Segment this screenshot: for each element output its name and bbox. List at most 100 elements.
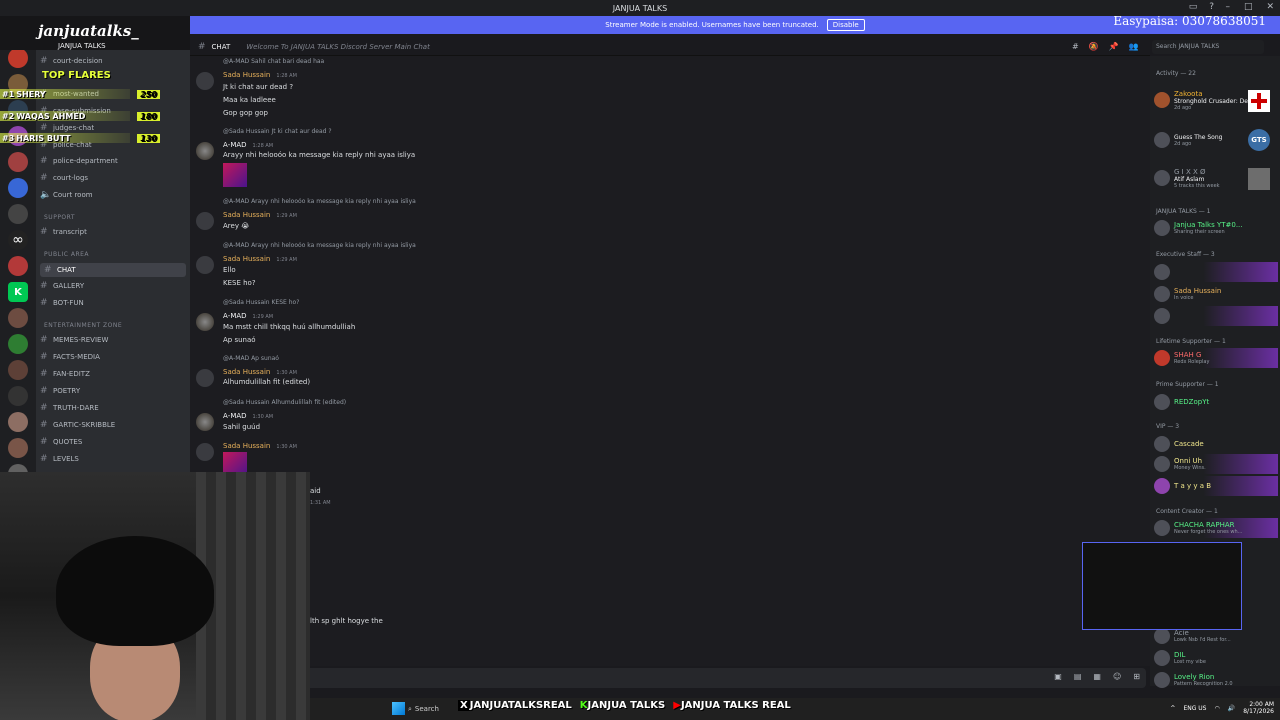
- youtube-logo-icon: ▶: [673, 700, 681, 711]
- member-item[interactable]: [1154, 306, 1278, 326]
- voice-channel-item[interactable]: 🔈 Court room: [40, 190, 93, 200]
- clock[interactable]: 2:00 AM 8/17/2026: [1243, 701, 1274, 715]
- kick-server-icon[interactable]: K: [8, 282, 28, 302]
- volume-icon[interactable]: 🔊: [1228, 705, 1235, 712]
- member-item[interactable]: REDZopYt: [1154, 392, 1278, 412]
- member-group-header: JANJUA TALKS — 1: [1156, 208, 1211, 215]
- message-input[interactable]: ▣ ▤ ▦ ☺ ⊞: [196, 668, 1146, 688]
- avatar[interactable]: [196, 313, 214, 331]
- channel-item[interactable]: # TRUTH-DARE: [40, 403, 99, 413]
- avatar[interactable]: [196, 369, 214, 387]
- avatar[interactable]: [196, 212, 214, 230]
- member-group-header: Lifetime Supporter — 1: [1156, 338, 1226, 345]
- webcam-overlay: [0, 472, 310, 720]
- avatar[interactable]: [196, 413, 214, 431]
- server-list: ∞ K: [0, 16, 36, 484]
- x-logo-icon: X: [458, 700, 470, 711]
- threads-icon[interactable]: #: [1072, 42, 1079, 51]
- channel-item[interactable]: # police-department: [40, 156, 118, 166]
- gif-icon[interactable]: ▤: [1074, 672, 1082, 681]
- channel-header: # CHAT Welcome To JANJUA TALKS Discord S…: [190, 38, 1150, 56]
- emoji-icon[interactable]: ☺: [1113, 672, 1121, 681]
- server-icon[interactable]: [8, 438, 28, 458]
- member-item[interactable]: Lovely Rion Pattern Recognition 2.0: [1154, 670, 1278, 690]
- social-handles-overlay: X JANJUATALKSREAL KJANJUA TALKS ▶JANJUA T…: [458, 700, 791, 711]
- server-icon[interactable]: [8, 386, 28, 406]
- wifi-icon[interactable]: ◠: [1215, 705, 1220, 712]
- server-icon[interactable]: [8, 152, 28, 172]
- message-list: @A‑MAD Sahil chat bari dead haa Sada Hus…: [190, 56, 1150, 666]
- channel-item[interactable]: # QUOTES: [40, 437, 82, 447]
- search-input[interactable]: Search JANJUA TALKS: [1152, 40, 1264, 54]
- channel-item[interactable]: # GALLERY: [40, 281, 84, 291]
- infinity-server-icon[interactable]: ∞: [8, 230, 28, 250]
- mute-icon[interactable]: 🔕: [1089, 42, 1099, 51]
- flare-rank-row: #3 HARIS BUTT 130: [0, 131, 162, 145]
- server-icon[interactable]: [8, 412, 28, 432]
- channel-item[interactable]: # POETRY: [40, 386, 80, 396]
- server-icon[interactable]: [8, 178, 28, 198]
- member-item[interactable]: Sada Hussain In voice: [1154, 284, 1278, 304]
- channel-item[interactable]: # GARTIC-SKRIBBLE: [40, 420, 115, 430]
- top-flares-title: TOP FLARES: [42, 70, 111, 81]
- member-group-header: Prime Supporter — 1: [1156, 381, 1219, 388]
- language-indicator[interactable]: ENG US: [1183, 705, 1206, 712]
- member-item[interactable]: Janjua Talks YT#0... Sharing their screen: [1154, 218, 1278, 238]
- channel-title: CHAT: [211, 42, 231, 51]
- member-group-header: VIP — 3: [1156, 423, 1180, 430]
- member-item[interactable]: Onni Uh Money Wins.: [1154, 454, 1278, 474]
- server-icon[interactable]: [8, 334, 28, 354]
- member-item[interactable]: Cascade: [1154, 434, 1278, 454]
- member-item[interactable]: [1154, 262, 1278, 282]
- channel-item-chat[interactable]: # CHAT: [40, 263, 186, 277]
- disable-button[interactable]: Disable: [826, 19, 865, 31]
- member-item[interactable]: CHACHA RAPHAR Never forget the ones wh...: [1154, 518, 1278, 538]
- channel-logo: janjuatalks_: [38, 22, 139, 40]
- server-icon[interactable]: [8, 204, 28, 224]
- member-group-header: Executive Staff — 3: [1156, 251, 1215, 258]
- channel-item[interactable]: # transcript: [40, 227, 87, 237]
- avatar[interactable]: [196, 443, 214, 461]
- hash-icon: #: [198, 41, 206, 52]
- help-icon[interactable]: ?: [1209, 2, 1214, 12]
- category-entertainment[interactable]: ENTERTAINMENT ZONE: [44, 322, 122, 329]
- server-icon[interactable]: [8, 48, 28, 68]
- pin-icon[interactable]: 📌: [1109, 42, 1119, 51]
- member-item[interactable]: T a y y a B: [1154, 476, 1278, 496]
- minimize-icon[interactable]: –: [1225, 2, 1230, 12]
- chevron-up-icon[interactable]: ^: [1170, 705, 1175, 712]
- apps-icon[interactable]: ⊞: [1133, 672, 1140, 681]
- avatar[interactable]: [196, 72, 214, 90]
- member-item[interactable]: DIL Lost my vibe: [1154, 648, 1278, 668]
- image-attachment[interactable]: [223, 163, 247, 187]
- sticker-icon[interactable]: ▦: [1093, 672, 1101, 681]
- banner-text: Streamer Mode is enabled. Usernames have…: [605, 21, 819, 29]
- channel-item[interactable]: # court-decision: [40, 56, 103, 66]
- channel-item[interactable]: # MEMES-REVIEW: [40, 335, 108, 345]
- member-item[interactable]: SHAH G Redx Roleplay: [1154, 348, 1278, 368]
- server-name[interactable]: JANJUA TALKS: [58, 42, 106, 50]
- inbox-icon[interactable]: ▭: [1189, 2, 1198, 12]
- channel-item[interactable]: # BOT-FUN: [40, 298, 84, 308]
- members-icon[interactable]: 👥: [1129, 42, 1139, 51]
- channel-item[interactable]: # court-logs: [40, 173, 88, 183]
- avatar[interactable]: [196, 256, 214, 274]
- category-support[interactable]: SUPPORT: [44, 214, 75, 221]
- server-icon[interactable]: [8, 360, 28, 380]
- screen-share-preview[interactable]: [1082, 542, 1242, 630]
- server-icon[interactable]: [8, 256, 28, 276]
- channel-item[interactable]: # FAN-EDITZ: [40, 369, 90, 379]
- category-public[interactable]: PUBLIC AREA: [44, 251, 89, 258]
- close-icon[interactable]: ✕: [1266, 2, 1274, 12]
- server-icon[interactable]: [8, 308, 28, 328]
- channel-topic[interactable]: Welcome To JANJUA TALKS Discord Server M…: [246, 43, 430, 51]
- channel-item[interactable]: # FACTS-MEDIA: [40, 352, 100, 362]
- taskbar-search[interactable]: ⌕ Search: [408, 702, 448, 716]
- gift-icon[interactable]: ▣: [1054, 672, 1062, 681]
- window-titlebar: JANJUA TALKS ▭? – □ ✕: [0, 0, 1280, 16]
- maximize-icon[interactable]: □: [1244, 2, 1253, 12]
- windows-start-icon[interactable]: [392, 702, 405, 715]
- easypaisa-overlay: Easypaisa: 03078638051: [1113, 14, 1266, 28]
- avatar[interactable]: [196, 142, 214, 160]
- channel-item[interactable]: # LEVELS: [40, 454, 79, 464]
